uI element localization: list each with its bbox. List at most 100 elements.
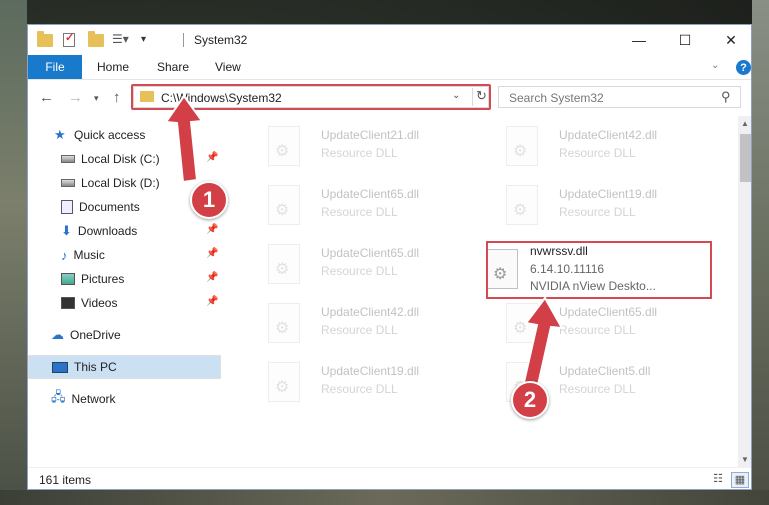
file-name: UpdateClient65.dll xyxy=(559,305,658,319)
sidebar-item-label: Pictures xyxy=(81,272,125,286)
address-bar-highlight xyxy=(131,84,491,110)
dll-file-icon: ⚙ xyxy=(268,303,300,343)
sidebar-item-label: Local Disk (D:) xyxy=(81,176,160,190)
dll-file-icon: ⚙ xyxy=(268,126,300,166)
file-type: Resource DLL xyxy=(321,323,398,337)
file-name: UpdateClient21.dll xyxy=(321,128,420,142)
large-icons-view-icon[interactable]: ▦ xyxy=(731,472,749,488)
sidebar-item-label: Downloads xyxy=(77,224,138,238)
file-item[interactable]: ⚙ UpdateClient19.dll Resource DLL xyxy=(248,358,478,416)
pin-icon[interactable]: 📌 xyxy=(206,224,218,235)
file-item[interactable]: ⚙ UpdateClient42.dll Resource DLL xyxy=(486,122,716,180)
file-item[interactable]: ⚙ UpdateClient21.dll Resource DLL xyxy=(248,122,478,180)
close-button[interactable]: ✕ xyxy=(708,25,751,55)
drive-icon xyxy=(61,155,75,163)
dll-file-icon: ⚙ xyxy=(268,185,300,225)
title-bar: ☰▾ ▾ System32 — ☐ ✕ xyxy=(28,25,751,55)
scrollbar-thumb[interactable] xyxy=(740,134,751,182)
pin-icon[interactable]: 📌 xyxy=(206,152,218,163)
desktop-background-bottom xyxy=(0,490,769,505)
step-2-badge: 2 xyxy=(511,381,549,419)
sidebar-item-label: Quick access xyxy=(74,128,146,142)
scroll-up-icon[interactable]: ▲ xyxy=(741,119,749,128)
tab-view[interactable]: View xyxy=(215,60,241,74)
dll-file-icon: ⚙ xyxy=(506,126,538,166)
tab-file[interactable]: File xyxy=(28,55,82,79)
file-item[interactable]: ⚙ UpdateClient65.dll Resource DLL xyxy=(248,240,478,298)
maximize-button[interactable]: ☐ xyxy=(662,25,708,55)
file-item[interactable]: ⚙ UpdateClient42.dll Resource DLL xyxy=(248,299,478,357)
pin-icon[interactable]: 📌 xyxy=(206,296,218,307)
computer-icon xyxy=(52,361,68,373)
tab-share[interactable]: Share xyxy=(157,60,189,74)
minimize-button[interactable]: — xyxy=(616,25,662,55)
file-type: Resource DLL xyxy=(559,323,636,337)
window-title: System32 xyxy=(194,33,248,47)
tab-home[interactable]: Home xyxy=(97,60,129,74)
search-placeholder: Search System32 xyxy=(509,91,604,105)
forward-button[interactable]: → xyxy=(68,89,83,106)
title-separator xyxy=(183,33,184,47)
dll-file-icon: ⚙ xyxy=(506,303,538,343)
navigation-pane: ★ Quick access Local Disk (C:) 📌 Local D… xyxy=(28,116,221,467)
download-icon: ⬇ xyxy=(61,223,72,238)
file-item[interactable]: ⚙ UpdateClient65.dll Resource DLL xyxy=(486,299,716,357)
file-name: UpdateClient5.dll xyxy=(559,364,651,378)
videos-icon xyxy=(61,297,75,309)
documents-icon xyxy=(61,200,73,214)
file-type: Resource DLL xyxy=(559,382,636,396)
star-icon: ★ xyxy=(54,127,66,142)
vertical-scrollbar[interactable]: ▲ ▼ xyxy=(738,116,751,467)
file-name: UpdateClient65.dll xyxy=(321,246,420,260)
status-bar: 161 items ☷ ▦ xyxy=(28,467,751,489)
expand-ribbon-icon[interactable]: ⌄ xyxy=(711,60,719,71)
sidebar-item-onedrive[interactable]: ☁ OneDrive xyxy=(51,323,244,347)
desktop-background-right xyxy=(752,0,769,505)
desktop-background-left xyxy=(0,0,27,505)
music-icon: ♪ xyxy=(61,247,68,263)
navigation-bar: ← → ▾ ↑ C:\Windows\System32 ⌄ ↻ Search S… xyxy=(28,80,751,116)
sidebar-item-quick-access[interactable]: ★ Quick access xyxy=(54,123,247,147)
file-name: UpdateClient42.dll xyxy=(559,128,658,142)
pictures-icon xyxy=(61,273,75,285)
back-button[interactable]: ← xyxy=(39,89,54,106)
sidebar-item-label: OneDrive xyxy=(70,328,121,342)
file-type: Resource DLL xyxy=(321,146,398,160)
search-input[interactable]: Search System32 ⚲ xyxy=(498,86,741,108)
scroll-down-icon[interactable]: ▼ xyxy=(741,455,749,464)
folder-icon xyxy=(37,31,53,48)
file-type: Resource DLL xyxy=(321,264,398,278)
file-type: Resource DLL xyxy=(559,205,636,219)
sidebar-item-label: Documents xyxy=(79,200,140,214)
help-icon[interactable]: ? xyxy=(736,60,751,75)
file-item[interactable]: ⚙ UpdateClient65.dll Resource DLL xyxy=(248,181,478,239)
customize-toolbar-icon[interactable]: ☰▾ xyxy=(112,32,129,48)
file-item[interactable]: ⚙ UpdateClient19.dll Resource DLL xyxy=(486,181,716,239)
cloud-icon: ☁ xyxy=(51,327,64,342)
sidebar-item-label: Local Disk (C:) xyxy=(81,152,160,166)
quick-access-dropdown-icon[interactable]: ▾ xyxy=(141,34,157,50)
item-count: 161 items xyxy=(39,473,92,487)
sidebar-item-this-pc[interactable]: This PC xyxy=(28,355,221,379)
sidebar-item-network[interactable]: 🖧 Network xyxy=(51,387,244,411)
file-name: UpdateClient42.dll xyxy=(321,305,420,319)
new-folder-icon[interactable] xyxy=(88,31,104,48)
step-1-badge: 1 xyxy=(190,181,228,219)
sidebar-item-label: Network xyxy=(71,392,116,406)
file-name: UpdateClient19.dll xyxy=(321,364,420,378)
file-type: Resource DLL xyxy=(321,382,398,396)
ribbon-tabs: File Home Share View ⌄ ? xyxy=(28,55,751,80)
dll-file-icon: ⚙ xyxy=(506,185,538,225)
pin-icon[interactable]: 📌 xyxy=(206,248,218,259)
recent-locations-icon[interactable]: ▾ xyxy=(94,93,99,104)
details-view-icon[interactable]: ☷ xyxy=(710,472,726,486)
file-name: UpdateClient65.dll xyxy=(321,187,420,201)
file-type: Resource DLL xyxy=(321,205,398,219)
up-button[interactable]: ↑ xyxy=(113,89,121,106)
network-icon: 🖧 xyxy=(51,389,66,404)
pin-icon[interactable]: 📌 xyxy=(206,272,218,283)
sidebar-item-label: Videos xyxy=(81,296,118,310)
properties-icon[interactable] xyxy=(61,31,77,48)
search-icon[interactable]: ⚲ xyxy=(721,89,731,105)
file-explorer-window: ☰▾ ▾ System32 — ☐ ✕ File Home Share View… xyxy=(27,24,752,490)
